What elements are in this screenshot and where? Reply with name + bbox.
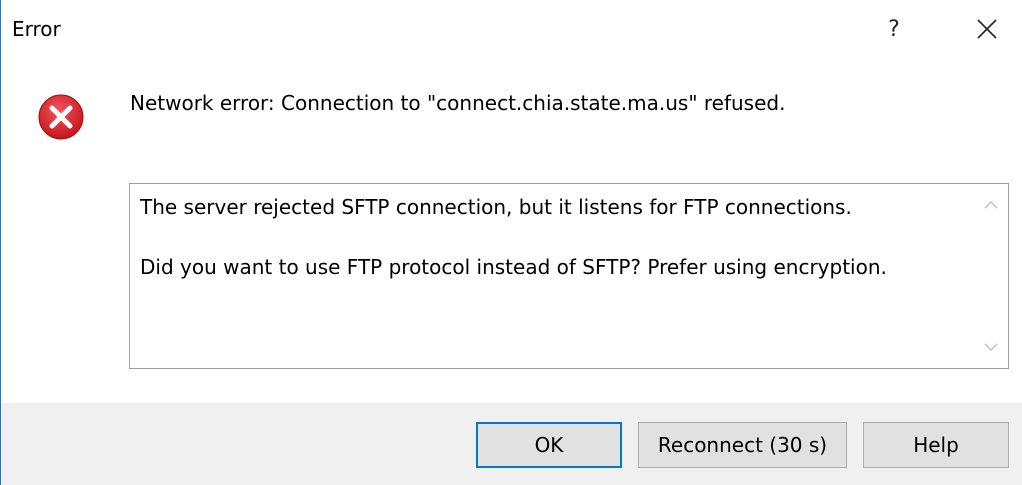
ok-button[interactable]: OK	[476, 422, 622, 468]
details-text: The server rejected SFTP connection, but…	[140, 192, 970, 282]
title-help-button[interactable]: ?	[871, 8, 917, 50]
title-bar[interactable]: Error ?	[1, 0, 1022, 60]
button-bar: OK Reconnect (30 s) Help	[1, 403, 1022, 485]
error-message: Network error: Connection to "connect.ch…	[130, 91, 786, 115]
reconnect-button[interactable]: Reconnect (30 s)	[638, 422, 847, 468]
error-dialog: Error ? Network error: Connection to "co…	[0, 0, 1022, 485]
help-button[interactable]: Help	[863, 422, 1009, 468]
close-button[interactable]	[964, 8, 1010, 50]
vertical-scrollbar[interactable]	[974, 184, 1008, 368]
details-textbox[interactable]: The server rejected SFTP connection, but…	[129, 183, 1009, 369]
window-title: Error	[12, 17, 61, 41]
details-line: The server rejected SFTP connection, but…	[140, 195, 852, 219]
scroll-down-button[interactable]	[974, 330, 1008, 364]
chevron-down-icon	[984, 343, 998, 352]
chevron-up-icon	[984, 200, 998, 209]
scroll-up-button[interactable]	[974, 188, 1008, 222]
error-icon	[38, 94, 84, 140]
close-icon	[977, 19, 997, 39]
details-line: Did you want to use FTP protocol instead…	[140, 255, 887, 279]
